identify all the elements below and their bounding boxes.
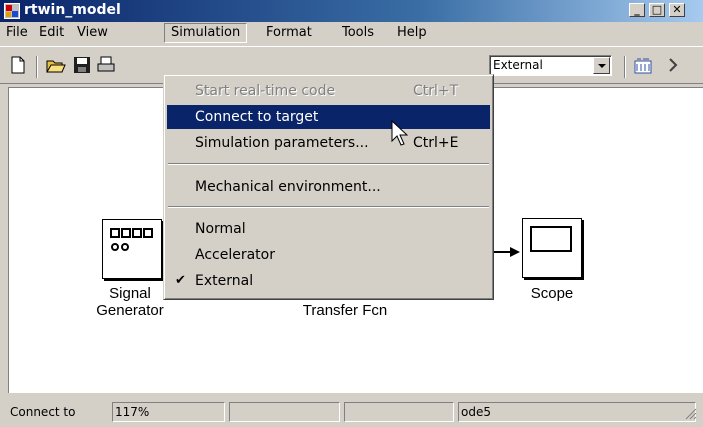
menu-item-label: Simulation parameters... bbox=[195, 135, 369, 151]
scope-block[interactable] bbox=[522, 218, 582, 278]
menu-item-shortcut: Ctrl+T bbox=[413, 83, 459, 99]
scope-label: Scope bbox=[530, 285, 574, 302]
menu-help[interactable]: Help bbox=[391, 23, 433, 43]
close-button[interactable]: ✕ bbox=[669, 3, 685, 17]
menu-item-label: Start real-time code bbox=[195, 83, 336, 99]
status-bar: Connect to 117% ode5 bbox=[0, 396, 703, 427]
menu-item-accelerator[interactable]: Accelerator bbox=[167, 243, 490, 267]
menu-item-normal[interactable]: Normal bbox=[167, 217, 490, 241]
simulink-model-icon[interactable] bbox=[4, 3, 20, 19]
menu-edit[interactable]: Edit bbox=[33, 23, 70, 43]
signal-line[interactable] bbox=[494, 246, 520, 257]
menu-item-shortcut: Ctrl+E bbox=[413, 135, 459, 151]
menu-item-external[interactable]: ✔ External bbox=[167, 269, 490, 293]
menu-item-simulation-parameters[interactable]: Simulation parameters... Ctrl+E bbox=[167, 131, 490, 155]
mouse-cursor-icon bbox=[391, 119, 409, 148]
simulation-menu-dropdown: Start real-time code Ctrl+T Connect to t… bbox=[163, 74, 494, 300]
status-zoom: 117% bbox=[112, 402, 225, 422]
transfer-fcn-label: Transfer Fcn bbox=[302, 302, 388, 319]
window-title: rtwin_model bbox=[24, 2, 121, 18]
menu-item-connect-to-target[interactable]: Connect to target bbox=[167, 105, 490, 129]
simulation-mode-select[interactable]: External bbox=[489, 55, 612, 76]
checkmark-icon: ✔ bbox=[175, 273, 186, 288]
status-solver: ode5 bbox=[458, 402, 696, 422]
menu-item-label: Accelerator bbox=[195, 247, 275, 263]
new-model-icon[interactable] bbox=[8, 55, 28, 75]
title-bar[interactable]: rtwin_model _ □ ✕ bbox=[0, 0, 703, 22]
menu-separator bbox=[168, 206, 489, 208]
menu-item-label: Mechanical environment... bbox=[195, 179, 381, 195]
menu-tools[interactable]: Tools bbox=[336, 23, 380, 43]
model-browser-icon[interactable] bbox=[662, 55, 682, 75]
menu-format[interactable]: Format bbox=[260, 23, 318, 43]
menu-separator bbox=[168, 163, 489, 165]
toolbar-separator bbox=[624, 56, 626, 78]
menu-item-label: External bbox=[195, 273, 254, 289]
menu-simulation[interactable]: Simulation bbox=[164, 23, 248, 43]
menu-view[interactable]: View bbox=[71, 23, 114, 43]
signal-generator-label-line2: Generator bbox=[96, 302, 164, 319]
save-icon[interactable] bbox=[72, 55, 92, 75]
status-cell-empty-2 bbox=[344, 402, 454, 422]
status-message: Connect to bbox=[10, 405, 76, 419]
maximize-button[interactable]: □ bbox=[649, 3, 665, 17]
signal-generator-block[interactable] bbox=[102, 219, 162, 279]
menu-item-start-real-time-code[interactable]: Start real-time code Ctrl+T bbox=[167, 79, 490, 103]
menu-file[interactable]: File bbox=[0, 23, 34, 43]
simulation-mode-value: External bbox=[493, 58, 543, 72]
toolbar-separator bbox=[36, 56, 38, 78]
print-icon[interactable] bbox=[96, 55, 116, 75]
open-folder-icon[interactable] bbox=[46, 55, 66, 75]
menu-item-label: Normal bbox=[195, 221, 246, 237]
library-browser-icon[interactable] bbox=[633, 55, 653, 75]
menu-bar: File Edit View Simulation Format Tools H… bbox=[0, 22, 703, 44]
chevron-down-icon[interactable] bbox=[593, 57, 610, 74]
menu-item-mechanical-environment[interactable]: Mechanical environment... bbox=[167, 175, 490, 199]
minimize-button[interactable]: _ bbox=[629, 3, 645, 17]
resize-grip-icon[interactable] bbox=[683, 406, 697, 420]
menu-item-label: Connect to target bbox=[195, 109, 319, 125]
status-cell-empty-1 bbox=[229, 402, 340, 422]
